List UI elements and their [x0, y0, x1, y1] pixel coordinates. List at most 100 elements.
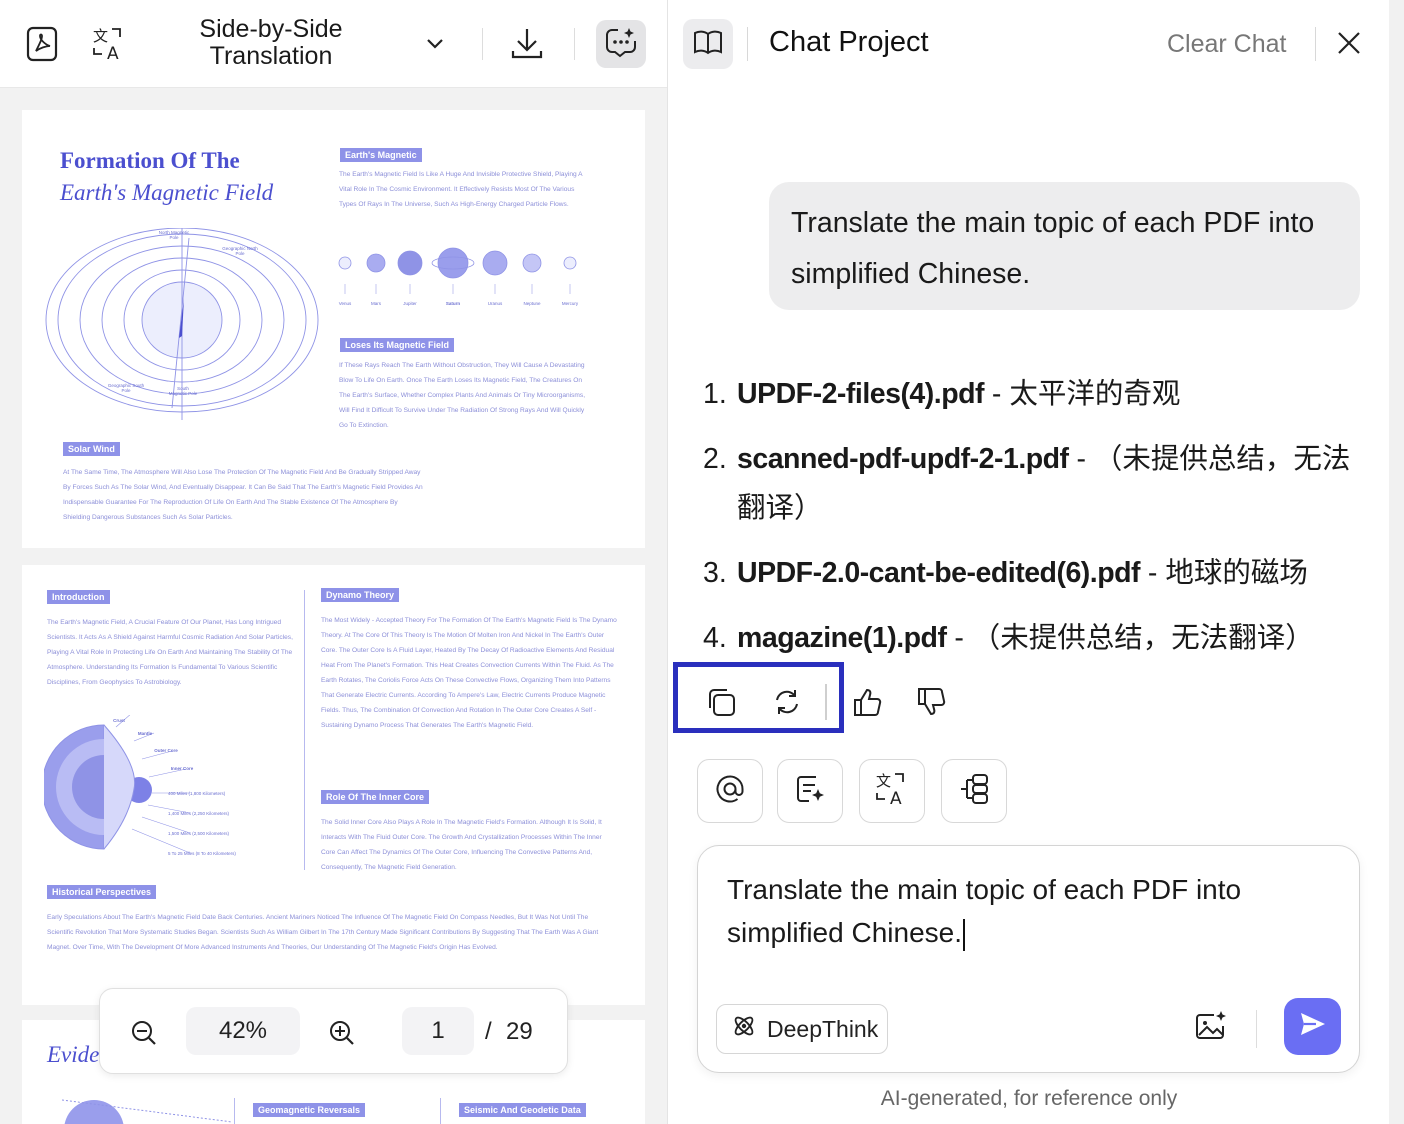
planet-label: Neptune — [523, 301, 541, 306]
close-button[interactable] — [1335, 28, 1363, 63]
current-page-text: 1 — [431, 1017, 445, 1044]
planet-label: Saturn — [445, 301, 461, 306]
image-upload-button[interactable] — [1194, 1010, 1228, 1047]
translate-icon: 文A — [875, 771, 909, 812]
mention-button[interactable] — [697, 759, 763, 823]
planet-label: Jupiter — [403, 301, 417, 306]
answer-text: 地球的磁场 — [1165, 557, 1308, 589]
para-dynamo-theory: The Most Widely - Accepted Theory For Th… — [321, 617, 617, 729]
planet-label: Uranus — [487, 301, 503, 306]
translate-icon[interactable]: 文A — [92, 26, 126, 62]
regenerate-button[interactable] — [771, 686, 803, 723]
doc-title-line1: Formation Of The — [60, 148, 240, 173]
para-solar-wind: At The Same Time, The Atmosphere Will Al… — [63, 469, 423, 521]
zoom-out-button[interactable] — [130, 1019, 158, 1047]
view-mode-selector[interactable]: Side-by-Side Translation — [176, 16, 366, 70]
column-divider — [234, 1098, 235, 1124]
answer-sep: - — [1140, 557, 1166, 589]
knowledge-base-button[interactable] — [683, 19, 733, 69]
deepthink-toggle[interactable]: DeepThink — [716, 1004, 888, 1054]
zoom-out-icon — [130, 1019, 158, 1047]
layer-label: Mantle — [137, 731, 153, 736]
para-introduction: The Earth's Magnetic Field, A Crucial Fe… — [47, 619, 293, 686]
file-name: UPDF-2-files(4).pdf — [737, 378, 985, 410]
at-icon — [714, 773, 746, 810]
text-caret — [963, 918, 965, 951]
list-item: 2. scanned-pdf-updf-2-1.pdf - （未提供总结，无法翻译… — [703, 435, 1363, 533]
answer-sep: - — [946, 622, 972, 654]
list-item: 1. UPDF-2-files(4).pdf - 太平洋的奇观 — [703, 370, 1363, 419]
column-divider — [304, 590, 305, 870]
planet-label: Mercury — [561, 301, 579, 306]
like-button[interactable] — [851, 686, 883, 723]
summarize-button[interactable] — [777, 759, 843, 823]
header-divider — [747, 27, 748, 61]
toolbar-divider — [482, 28, 483, 60]
pdf-page-2[interactable]: Introduction The Earth's Magnetic Field,… — [22, 565, 645, 1005]
window-scrollbar[interactable] — [1389, 0, 1404, 1124]
depth-label: 1,400 Miles (2,250 Kilometers) — [168, 811, 230, 816]
copy-icon — [705, 686, 737, 723]
ai-disclaimer: AI-generated, for reference only — [880, 1087, 1178, 1110]
chat-input-box[interactable]: Translate the main topic of each PDF int… — [697, 845, 1360, 1073]
answer-sep: - — [984, 378, 1010, 410]
tag-geomagnetic-reversals: Geomagnetic Reversals — [253, 1103, 366, 1117]
header-divider — [1315, 27, 1316, 61]
ai-chat-button[interactable] — [596, 20, 646, 68]
label-geographic-north-pole: Geographic North Pole — [222, 246, 258, 256]
answer-sep: - — [1068, 443, 1094, 475]
file-name: magazine(1).pdf — [737, 622, 947, 654]
answer-text: （未提供总结，无法翻译） — [971, 622, 1314, 654]
layer-label: Crust — [113, 718, 125, 723]
viewer-toolbar: 文A Side-by-Side Translation — [0, 0, 667, 88]
chat-input-value: Translate the main topic of each PDF int… — [727, 874, 1242, 948]
tag-historical-perspectives: Historical Perspectives — [47, 885, 157, 899]
mindmap-button[interactable] — [941, 759, 1007, 823]
chat-title: Chat Project — [769, 26, 929, 58]
zoom-level-display[interactable]: 42% — [186, 1007, 300, 1055]
deepthink-label: DeepThink — [767, 1015, 879, 1042]
para-earths-magnetic: The Earth's Magnetic Field Is Like A Hug… — [339, 171, 583, 208]
copy-button[interactable] — [705, 686, 737, 723]
chevron-down-icon[interactable] — [424, 34, 446, 54]
send-button[interactable] — [1284, 998, 1341, 1055]
planet-label: Venus — [338, 301, 352, 306]
ai-chat-icon — [604, 26, 638, 63]
list-number: 4. — [703, 622, 727, 654]
clear-chat-button[interactable]: Clear Chat — [1167, 30, 1287, 59]
translate-tool-button[interactable]: 文A — [859, 759, 925, 823]
thumbs-up-icon — [851, 686, 883, 723]
user-message-bubble: Translate the main topic of each PDF int… — [769, 182, 1360, 310]
chat-input[interactable]: Translate the main topic of each PDF int… — [727, 868, 1327, 954]
file-name: scanned-pdf-updf-2-1.pdf — [737, 443, 1069, 475]
svg-text:文: 文 — [876, 772, 891, 790]
pdf-icon[interactable] — [26, 26, 60, 62]
file-name: UPDF-2.0-cant-be-edited(6).pdf — [737, 557, 1141, 589]
zoom-in-button[interactable] — [328, 1019, 356, 1047]
book-icon — [693, 29, 723, 60]
earth-layers-diagram — [44, 715, 191, 854]
magnetic-field-diagram — [45, 228, 319, 420]
download-icon[interactable] — [510, 26, 544, 62]
image-sparkle-icon — [1194, 1010, 1228, 1047]
page3-diagram — [62, 1099, 233, 1124]
layer-label: Inner Core — [170, 766, 194, 771]
zoom-level-text: 42% — [218, 1017, 268, 1044]
depth-label: 1,500 Miles (2,500 Kilometers) — [168, 831, 230, 836]
dislike-button[interactable] — [915, 686, 947, 723]
label-north-magnetic-pole: North Magnetic Pole — [158, 230, 190, 240]
list-item: 4. magazine(1).pdf - （未提供总结，无法翻译） — [703, 614, 1363, 663]
column-divider — [440, 1098, 441, 1124]
tag-introduction: Introduction — [47, 590, 110, 604]
pdf-page-1[interactable]: Formation Of The Earth's Magnetic Field … — [22, 110, 645, 548]
input-divider — [1256, 1010, 1257, 1048]
tag-loses-magnetic-field: Loses Its Magnetic Field — [340, 338, 455, 352]
label-south-magnetic-pole: South Magnetic Pole — [168, 386, 198, 396]
zoom-page-bar: 42% 1 / 29 — [99, 988, 568, 1074]
page-number-input[interactable]: 1 — [402, 1007, 474, 1055]
mindmap-icon — [957, 772, 991, 811]
list-number: 1. — [703, 378, 727, 410]
chat-panel: Chat Project Clear Chat Translate the ma… — [669, 0, 1389, 1124]
para-historical-perspectives: Early Speculations About The Earth's Mag… — [47, 914, 599, 951]
depth-label: 5 To 25 Miles (8 To 40 Kilometers) — [168, 851, 236, 856]
